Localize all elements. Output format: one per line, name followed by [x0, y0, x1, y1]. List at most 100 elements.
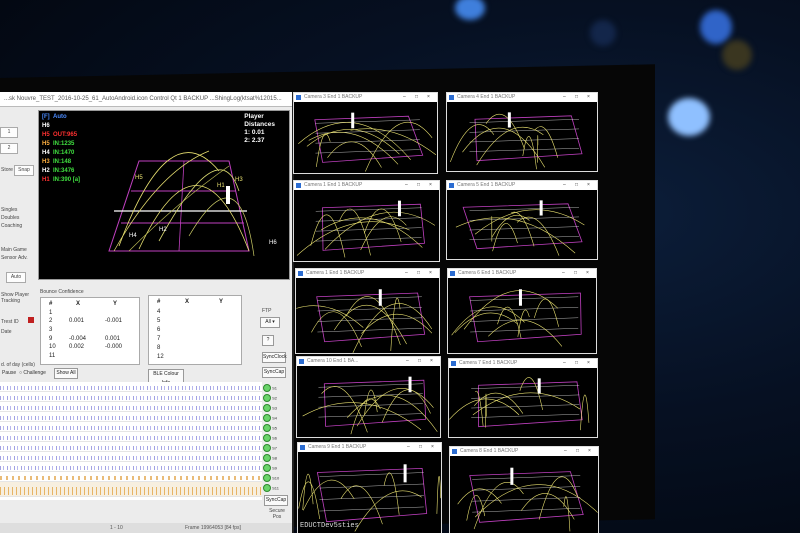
minimize-icon[interactable]: –: [405, 269, 408, 278]
bokeh-light: [722, 40, 752, 70]
show-player-tracking-option[interactable]: Show Player Tracking: [1, 292, 35, 304]
left-button-2[interactable]: 2: [0, 143, 18, 154]
camera-window[interactable]: Camera 6 End 1 BACKUP – □ ×: [447, 268, 597, 354]
maximize-icon[interactable]: □: [575, 93, 578, 102]
camera-window[interactable]: Camera 9 End 1 BACKUP – □ ×: [297, 442, 442, 533]
singles-option[interactable]: Singles: [1, 207, 17, 213]
minimize-icon[interactable]: –: [563, 93, 566, 102]
camera-window[interactable]: Camera 3 End 1 BACKUP – □ ×: [293, 92, 438, 174]
channel-toggle[interactable]: S1: [263, 384, 289, 392]
close-icon[interactable]: ×: [429, 269, 432, 278]
camera-titlebar[interactable]: Camera 7 End 1 BACKUP – □ ×: [449, 359, 597, 368]
minimize-icon[interactable]: –: [405, 181, 408, 190]
channel-toggle[interactable]: S11: [263, 484, 289, 492]
sensor-adv-option[interactable]: Sensor Adv.: [1, 255, 28, 261]
maximize-icon[interactable]: □: [417, 181, 420, 190]
left-control-strip: 1 2 Store Snap Singles Doubles Coaching …: [0, 107, 36, 387]
camera-window[interactable]: Camera 5 End 1 BACKUP – □ ×: [446, 180, 598, 260]
table-cell: -0.000: [105, 344, 123, 350]
camera-window[interactable]: Camera 4 End 1 BACKUP – □ ×: [446, 92, 598, 172]
maximize-icon[interactable]: □: [417, 269, 420, 278]
channel-toggle[interactable]: S9: [263, 464, 289, 472]
bottom-console-text: EDUCTDev5sties: [300, 522, 359, 530]
camera-window[interactable]: Camera 10 End 1 BA... – □ ×: [296, 356, 441, 438]
auto-button[interactable]: Auto: [6, 272, 26, 283]
column-header: #: [49, 301, 53, 307]
sync-cap-button[interactable]: SyncCap: [262, 367, 286, 378]
channel-toggle[interactable]: S4: [263, 414, 289, 422]
camera-titlebar[interactable]: Camera 4 End 1 BACKUP – □ ×: [447, 93, 597, 102]
camera-window[interactable]: Camera 1 End 1 BACKUP – □ ×: [295, 268, 440, 354]
channel-toggle[interactable]: S5: [263, 424, 289, 432]
status-dot-icon: [263, 464, 271, 472]
status-dot-icon: [263, 444, 271, 452]
channel-toggle[interactable]: S10: [263, 474, 289, 482]
minimize-icon[interactable]: –: [562, 269, 565, 278]
camera-titlebar[interactable]: Camera 9 End 1 BACKUP – □ ×: [298, 443, 441, 452]
sync-cap-button-2[interactable]: SyncCap: [264, 495, 288, 506]
signal-row: [0, 382, 262, 392]
minimize-icon[interactable]: –: [407, 443, 410, 452]
maximize-icon[interactable]: □: [418, 357, 421, 366]
table-cell: 3: [49, 327, 53, 333]
camera-window[interactable]: Camera 8 End 1 BACKUP – □ ×: [449, 446, 599, 533]
status-dot-icon: [263, 434, 271, 442]
camera-titlebar[interactable]: Camera 6 End 1 BACKUP – □ ×: [448, 269, 596, 278]
close-icon[interactable]: ×: [587, 359, 590, 368]
close-icon[interactable]: ×: [429, 181, 432, 190]
court-label-h6: H6: [269, 240, 277, 246]
close-icon[interactable]: ×: [430, 357, 433, 366]
signal-trace-area: [0, 382, 262, 500]
maximize-icon[interactable]: □: [574, 269, 577, 278]
coaching-option[interactable]: Coaching: [1, 223, 22, 229]
signal-row: [0, 412, 262, 422]
court-label-h5: H5: [135, 175, 143, 181]
camera-titlebar[interactable]: Camera 8 End 1 BACKUP – □ ×: [450, 447, 598, 456]
pause-option[interactable]: Pause ○ Challenge: [2, 370, 46, 376]
channel-toggle[interactable]: S3: [263, 404, 289, 412]
status-dot-icon: [263, 424, 271, 432]
maximize-icon[interactable]: □: [575, 359, 578, 368]
bokeh-light: [455, 0, 485, 20]
doubles-option[interactable]: Doubles: [1, 215, 19, 221]
close-icon[interactable]: ×: [587, 181, 590, 190]
maximize-icon[interactable]: □: [576, 447, 579, 456]
camera-titlebar[interactable]: Camera 1 End 1 BACKUP – □ ×: [294, 181, 439, 190]
close-icon[interactable]: ×: [588, 447, 591, 456]
left-button-1[interactable]: 1: [0, 127, 18, 138]
close-icon[interactable]: ×: [586, 269, 589, 278]
minimize-icon[interactable]: –: [406, 357, 409, 366]
minimize-icon[interactable]: –: [563, 181, 566, 190]
camera-titlebar[interactable]: Camera 1 End 1 BACKUP – □ ×: [296, 269, 439, 278]
channel-toggle[interactable]: S8: [263, 454, 289, 462]
channel-toggle[interactable]: S7: [263, 444, 289, 452]
camera-window[interactable]: Camera 7 End 1 BACKUP – □ ×: [448, 358, 598, 438]
camera-titlebar[interactable]: Camera 10 End 1 BA... – □ ×: [297, 357, 440, 366]
channel-toggle[interactable]: S2: [263, 394, 289, 402]
help-button[interactable]: ?: [262, 335, 274, 346]
sync-clock-button[interactable]: SyncClock: [262, 352, 287, 363]
snap-button[interactable]: Snap: [14, 165, 34, 176]
close-icon[interactable]: ×: [587, 93, 590, 102]
maximize-icon[interactable]: □: [415, 93, 418, 102]
camera-titlebar[interactable]: Camera 5 End 1 BACKUP – □ ×: [447, 181, 597, 190]
maximize-icon[interactable]: □: [419, 443, 422, 452]
ftp-select[interactable]: All ▾: [260, 317, 280, 328]
camera-court-overlay: [449, 377, 590, 431]
close-icon[interactable]: ×: [431, 443, 434, 452]
channel-toggle[interactable]: S6: [263, 434, 289, 442]
camera-window[interactable]: Camera 1 End 1 BACKUP – □ ×: [293, 180, 440, 262]
minimize-icon[interactable]: –: [403, 93, 406, 102]
camera-title: Camera 4 End 1 BACKUP: [457, 94, 516, 100]
main-game-option[interactable]: Main Game: [1, 247, 27, 253]
camera-titlebar[interactable]: Camera 3 End 1 BACKUP – □ ×: [294, 93, 437, 102]
show-all-button[interactable]: Show All: [54, 368, 78, 379]
camera-feed: [448, 278, 596, 353]
maximize-icon[interactable]: □: [575, 181, 578, 190]
close-icon[interactable]: ×: [427, 93, 430, 102]
signal-row: [0, 452, 262, 462]
app-icon: [300, 445, 305, 450]
legend-row: H4 IN:1470: [42, 150, 75, 156]
minimize-icon[interactable]: –: [564, 447, 567, 456]
minimize-icon[interactable]: –: [563, 359, 566, 368]
